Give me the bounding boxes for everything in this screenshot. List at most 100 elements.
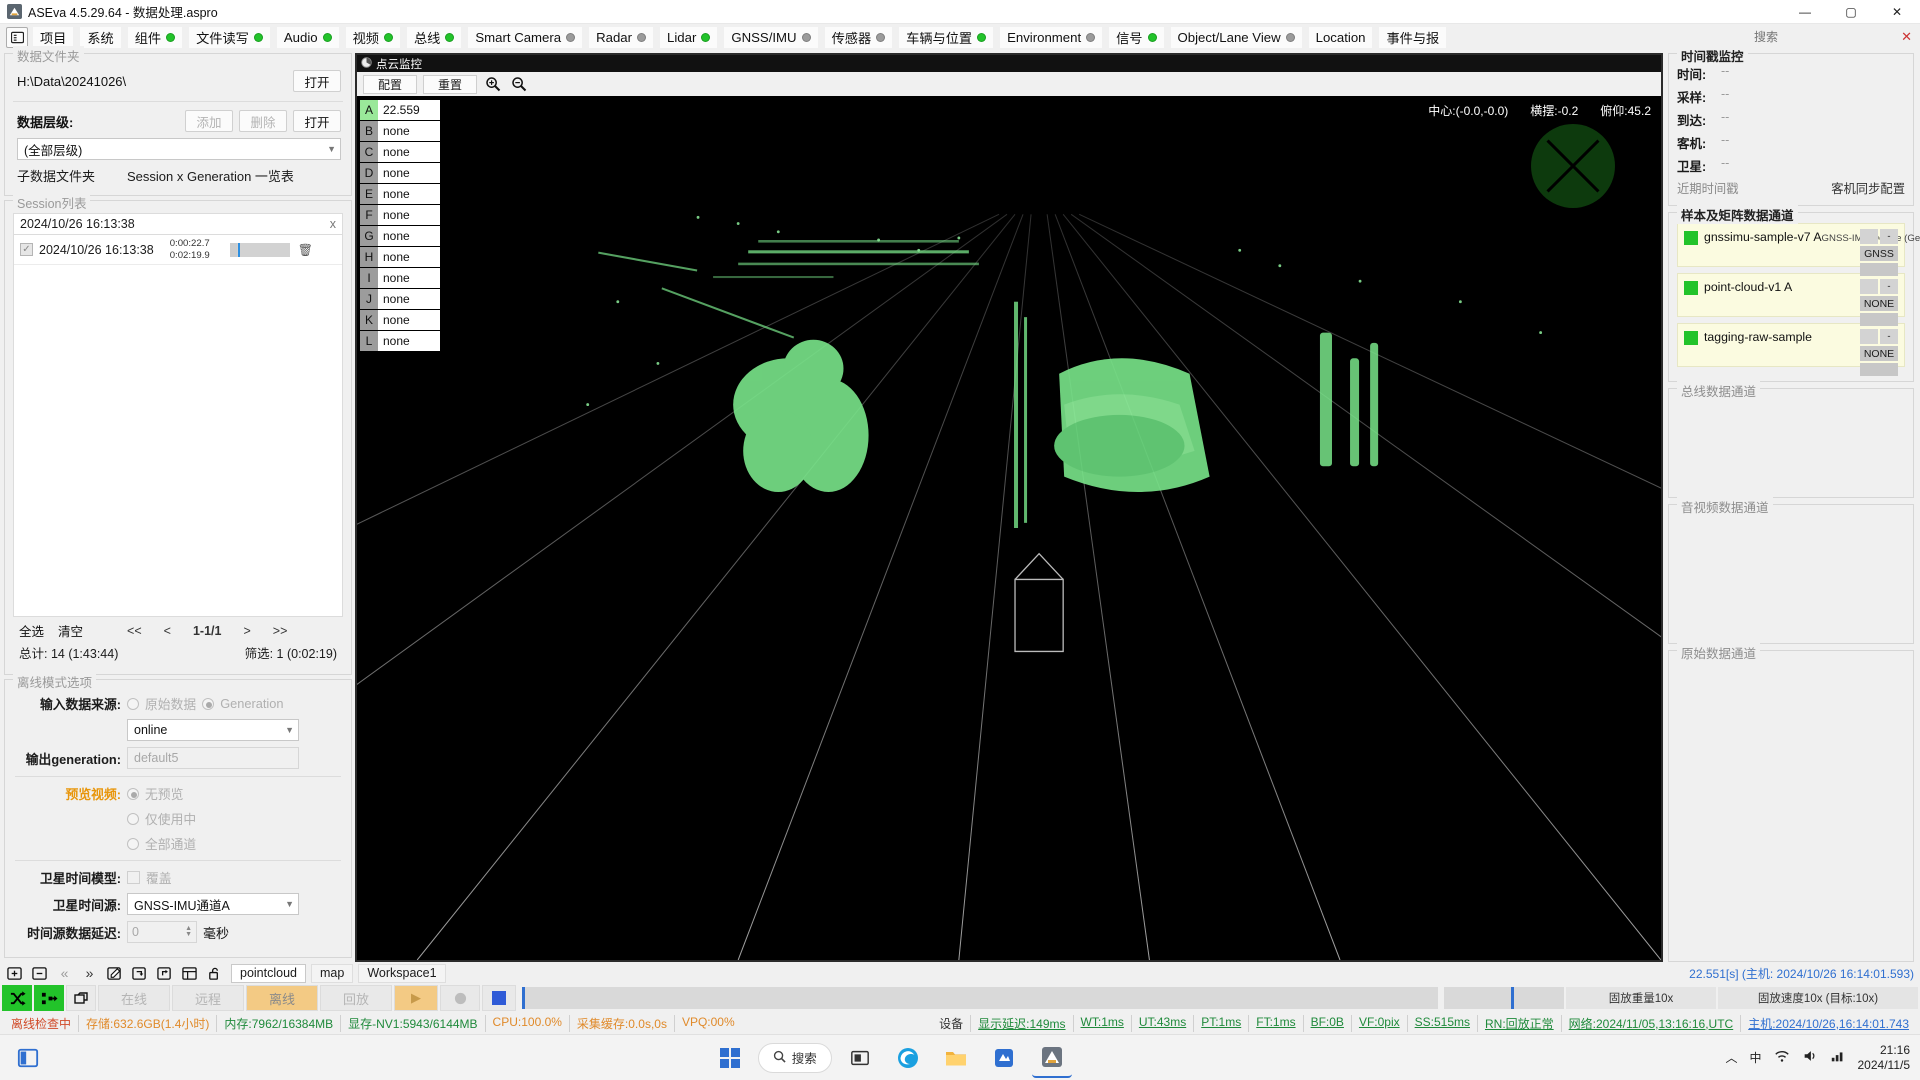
- menu-item-0[interactable]: 项目: [33, 26, 74, 48]
- radio-preview-all[interactable]: [127, 837, 139, 850]
- session-checkbox[interactable]: ✓: [20, 243, 33, 256]
- open-level-button[interactable]: 打开: [293, 110, 341, 132]
- radio-generation[interactable]: [202, 697, 215, 710]
- wifi-icon[interactable]: [1774, 1048, 1790, 1067]
- explorer-icon[interactable]: [936, 1038, 976, 1078]
- menu-item-5[interactable]: 视频: [345, 26, 400, 48]
- sat-source-combo[interactable]: GNSS-IMU通道A ▼: [127, 893, 299, 915]
- copy-icon[interactable]: [66, 985, 96, 1011]
- menu-item-15[interactable]: Object/Lane View: [1170, 26, 1302, 48]
- mode-replay-button[interactable]: 回放: [320, 985, 392, 1011]
- menu-item-8[interactable]: Radar: [589, 26, 654, 48]
- menu-item-11[interactable]: 传感器: [824, 26, 893, 48]
- menu-item-13[interactable]: Environment: [1000, 26, 1103, 48]
- secondary-seek-bar[interactable]: [1444, 987, 1564, 1009]
- ime-cn-icon[interactable]: 中: [1749, 1049, 1761, 1066]
- volume-icon[interactable]: [1802, 1048, 1818, 1067]
- channel-card[interactable]: tagging-raw-sample - NONE: [1677, 323, 1905, 376]
- next-page-button[interactable]: >: [243, 624, 250, 638]
- pointcloud-channel-row[interactable]: Enone: [360, 184, 440, 204]
- prev-icon[interactable]: «: [56, 965, 73, 982]
- network-icon[interactable]: [1830, 1048, 1846, 1067]
- pointcloud-channel-row[interactable]: Bnone: [360, 121, 440, 141]
- minimize-button[interactable]: —: [1782, 0, 1828, 24]
- menu-item-14[interactable]: 信号: [1109, 26, 1164, 48]
- aseva-icon[interactable]: [1031, 1038, 1072, 1078]
- menu-search[interactable]: ✕: [1752, 27, 1912, 46]
- menu-item-16[interactable]: Location: [1308, 26, 1373, 48]
- zoom-in-icon[interactable]: [483, 74, 503, 94]
- windows-start-icon[interactable]: [710, 1038, 750, 1078]
- maximize-button[interactable]: ▢: [1828, 0, 1874, 24]
- mode-offline-button[interactable]: 离线: [246, 985, 318, 1011]
- channel-card[interactable]: point-cloud-v1 A - NONE: [1677, 273, 1905, 326]
- taskbar-clock[interactable]: 21:16 2024/11/5: [1858, 1043, 1911, 1073]
- pointcloud-channel-row[interactable]: Inone: [360, 268, 440, 288]
- recent-timestamp-link[interactable]: 近期时间戳: [1677, 179, 1739, 197]
- sat-model-checkbox[interactable]: [127, 871, 140, 884]
- zoom-out-icon[interactable]: [509, 74, 529, 94]
- record-icon[interactable]: [440, 985, 480, 1011]
- add-level-button[interactable]: 添加: [185, 110, 233, 132]
- channel-card[interactable]: gnssimu-sample-v7 AGNSS-IMU Device (Gene…: [1677, 223, 1920, 276]
- close-button[interactable]: ✕: [1874, 0, 1920, 24]
- pointcloud-channel-row[interactable]: Dnone: [360, 163, 440, 183]
- select-all-button[interactable]: 全选: [19, 621, 44, 640]
- config-button[interactable]: 配置: [363, 74, 418, 94]
- pointcloud-channel-row[interactable]: Cnone: [360, 142, 440, 162]
- first-page-button[interactable]: <<: [127, 624, 142, 638]
- stop-icon[interactable]: [482, 985, 516, 1011]
- menu-item-6[interactable]: 总线: [406, 26, 462, 48]
- radio-preview-none[interactable]: [127, 787, 139, 800]
- search-input[interactable]: [1752, 27, 1912, 46]
- layout-icon[interactable]: [181, 965, 198, 982]
- panel-toggle-icon[interactable]: [6, 26, 28, 48]
- mode-remote-button[interactable]: 远程: [172, 985, 244, 1011]
- session-filter-row[interactable]: 2024/10/26 16:13:38 x: [13, 213, 343, 235]
- pointcloud-channel-row[interactable]: A 22.559: [360, 100, 440, 120]
- export-icon[interactable]: [156, 965, 173, 982]
- output-generation-value[interactable]: default5: [127, 747, 299, 769]
- shuffle-icon[interactable]: [2, 985, 32, 1011]
- radio-raw-data[interactable]: [127, 697, 139, 710]
- open-folder-button[interactable]: 打开: [293, 70, 341, 92]
- pointcloud-channel-row[interactable]: Hnone: [360, 247, 440, 267]
- pointcloud-channel-row[interactable]: Lnone: [360, 331, 440, 351]
- workspace-tab[interactable]: Workspace1: [358, 963, 446, 983]
- pointcloud-channel-row[interactable]: Knone: [360, 310, 440, 330]
- menu-item-2[interactable]: 组件: [127, 26, 183, 48]
- pointcloud-channel-row[interactable]: Jnone: [360, 289, 440, 309]
- delay-stepper[interactable]: 0 ▲ ▼: [127, 921, 197, 943]
- play-icon[interactable]: ▶: [394, 985, 438, 1011]
- compass-widget[interactable]: [1531, 124, 1615, 208]
- taskbar-search[interactable]: 搜索: [757, 1042, 832, 1073]
- data-level-combo[interactable]: (全部层级) ▼: [17, 138, 341, 160]
- import-icon[interactable]: [131, 965, 148, 982]
- session-delete-icon[interactable]: 🗑: [298, 243, 313, 257]
- add-panel-icon[interactable]: [6, 965, 23, 982]
- session-filter-clear-icon[interactable]: x: [330, 217, 336, 231]
- menu-item-3[interactable]: 文件读写: [189, 26, 270, 48]
- task-view-icon[interactable]: [840, 1038, 880, 1078]
- menu-item-4[interactable]: Audio: [276, 26, 339, 48]
- menu-item-17[interactable]: 事件与报: [1379, 26, 1447, 48]
- sync-config-link[interactable]: 客机同步配置: [1831, 179, 1905, 197]
- workspace-tab[interactable]: pointcloud: [231, 963, 306, 983]
- window-snap-icon[interactable]: [8, 1038, 48, 1078]
- search-clear-icon[interactable]: ✕: [1901, 29, 1912, 45]
- pointcloud-channel-row[interactable]: Gnone: [360, 226, 440, 246]
- workspace-tab[interactable]: map: [311, 963, 354, 983]
- edge-icon[interactable]: [888, 1038, 928, 1078]
- radio-preview-used[interactable]: [127, 812, 139, 825]
- delete-level-button[interactable]: 删除: [239, 110, 287, 132]
- nodes-icon[interactable]: [34, 985, 64, 1011]
- timeline-seek-bar[interactable]: [522, 987, 1438, 1009]
- store-icon[interactable]: [984, 1038, 1024, 1078]
- chevron-up-icon[interactable]: ︿: [1725, 1049, 1737, 1066]
- pointcloud-viewport[interactable]: A 22.559 Bnone Cnone Dnone Enone Fnone Gnone Hno…: [357, 96, 1661, 960]
- remove-panel-icon[interactable]: [31, 965, 48, 982]
- edit-icon[interactable]: [106, 965, 123, 982]
- menu-item-12[interactable]: 车辆与位置: [899, 26, 994, 48]
- mode-online-button[interactable]: 在线: [98, 985, 170, 1011]
- stepper-arrows-icon[interactable]: ▲ ▼: [185, 925, 192, 938]
